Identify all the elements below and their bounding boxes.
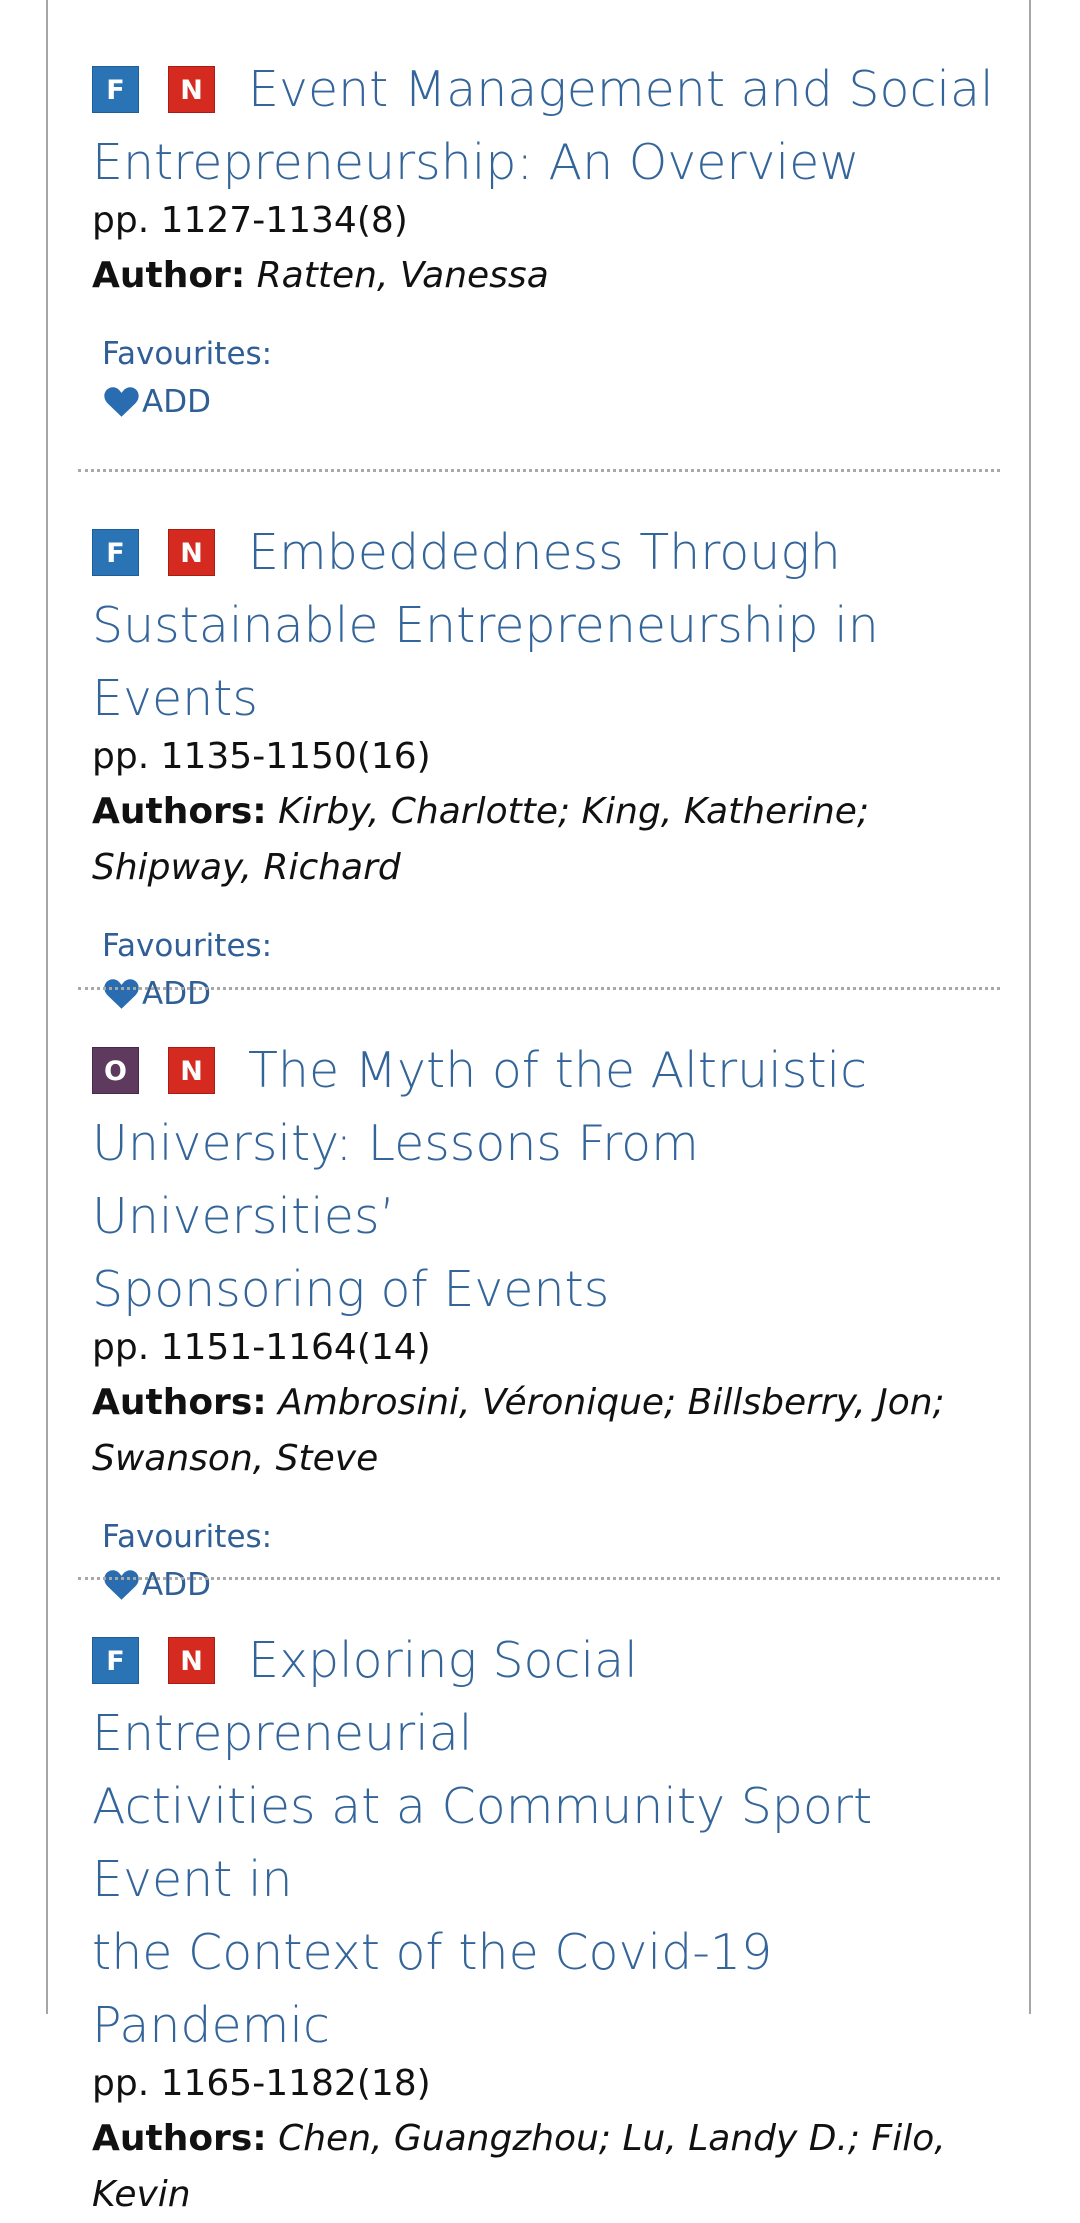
new-content-icon: N bbox=[168, 1637, 215, 1684]
article-title-link[interactable]: Sponsoring of Events bbox=[92, 1261, 609, 1318]
new-content-icon: N bbox=[168, 529, 215, 576]
new-content-icon: N bbox=[168, 66, 215, 113]
article-title-link[interactable]: Sustainable Entrepreneurship in Events bbox=[92, 597, 879, 727]
authors: Author: Ratten, Vanessa bbox=[92, 248, 1002, 304]
article-title[interactable]: F N Exploring Social Entrepreneurial bbox=[92, 1624, 1002, 1770]
page-range: pp. 1127-1134(8) bbox=[92, 200, 408, 241]
add-favourite-button[interactable]: ADD bbox=[102, 970, 211, 1018]
authors-label: Authors: bbox=[92, 791, 267, 832]
article-item: F N Exploring Social Entrepreneurial Activ… bbox=[92, 1624, 1002, 2223]
add-label: ADD bbox=[142, 384, 211, 420]
authors: Authors: Kirby, Charlotte; King, Katheri… bbox=[92, 784, 1002, 896]
author-names: Kevin bbox=[92, 2174, 191, 2215]
article-title-line[interactable]: Sponsoring of Events bbox=[92, 1253, 1002, 1326]
add-favourite-button[interactable]: ADD bbox=[102, 1561, 211, 1609]
article-title-line[interactable]: Sustainable Entrepreneurship in Events bbox=[92, 589, 1002, 735]
favourites-label: Favourites: bbox=[102, 928, 273, 964]
article-title-link[interactable]: Entrepreneurship: An Overview bbox=[92, 134, 859, 191]
free-access-icon: F bbox=[92, 66, 139, 113]
article-title[interactable]: O N The Myth of the Altruistic bbox=[92, 1034, 1002, 1107]
favourites: Favourites: ADD bbox=[102, 330, 1002, 426]
author-names: Swanson, Steve bbox=[92, 1438, 379, 1479]
author-names: Ratten, Vanessa bbox=[256, 255, 549, 296]
article-title-link[interactable]: University: Lessons From Universities’ bbox=[92, 1115, 699, 1245]
favourites: Favourites: ADD bbox=[102, 922, 1002, 1018]
favourites-label: Favourites: bbox=[102, 336, 273, 372]
article-item: F N Event Management and Social Entreprene… bbox=[92, 53, 1002, 426]
article-item: F N Embeddedness Through Sustainable Entre… bbox=[92, 516, 1002, 1018]
authors-label: Author: bbox=[92, 255, 246, 296]
free-access-icon: F bbox=[92, 1637, 139, 1684]
article-title[interactable]: F N Embeddedness Through bbox=[92, 516, 1002, 589]
separator bbox=[78, 987, 1000, 990]
add-favourite-button[interactable]: ADD bbox=[102, 378, 211, 426]
page-range: pp. 1151-1164(14) bbox=[92, 1327, 431, 1368]
article-item: O N The Myth of the Altruistic University:… bbox=[92, 1034, 1002, 1609]
page-range: pp. 1165-1182(18) bbox=[92, 2063, 431, 2104]
author-names: Ambrosini, Véronique; Billsberry, Jon; bbox=[278, 1382, 945, 1423]
article-title-link[interactable]: Activities at a Community Sport Event in bbox=[92, 1778, 872, 1908]
heart-icon bbox=[104, 979, 139, 1009]
open-access-icon: O bbox=[92, 1047, 139, 1094]
article-title-link[interactable]: The Myth of the Altruistic bbox=[248, 1042, 867, 1099]
authors: Authors: Ambrosini, Véronique; Billsberr… bbox=[92, 1375, 1002, 1487]
article-title-line[interactable]: University: Lessons From Universities’ bbox=[92, 1107, 1002, 1253]
add-label: ADD bbox=[142, 1567, 211, 1603]
article-title[interactable]: F N Event Management and Social bbox=[92, 53, 1002, 126]
article-title-line[interactable]: the Context of the Covid-19 Pandemic bbox=[92, 1916, 1002, 2062]
page-range: pp. 1135-1150(16) bbox=[92, 736, 431, 777]
favourites-label: Favourites: bbox=[102, 1519, 273, 1555]
article-title-line[interactable]: Entrepreneurship: An Overview bbox=[92, 126, 1002, 199]
separator bbox=[78, 1577, 1000, 1580]
separator bbox=[78, 469, 1000, 472]
authors: Authors: Chen, Guangzhou; Lu, Landy D.; … bbox=[92, 2111, 1002, 2223]
authors-label: Authors: bbox=[92, 2118, 267, 2159]
heart-icon bbox=[104, 1570, 139, 1600]
author-names: Shipway, Richard bbox=[92, 847, 401, 888]
heart-icon bbox=[104, 387, 139, 417]
add-label: ADD bbox=[142, 976, 211, 1012]
favourites: Favourites: ADD bbox=[102, 1513, 1002, 1609]
free-access-icon: F bbox=[92, 529, 139, 576]
article-title-line[interactable]: Activities at a Community Sport Event in bbox=[92, 1770, 1002, 1916]
author-names: Chen, Guangzhou; Lu, Landy D.; Filo, bbox=[278, 2118, 946, 2159]
article-title-link[interactable]: the Context of the Covid-19 Pandemic bbox=[92, 1924, 772, 2054]
author-names: Kirby, Charlotte; King, Katherine; bbox=[278, 791, 870, 832]
article-title-link[interactable]: Embeddedness Through bbox=[248, 524, 841, 581]
new-content-icon: N bbox=[168, 1047, 215, 1094]
article-title-link[interactable]: Event Management and Social bbox=[248, 61, 994, 118]
authors-label: Authors: bbox=[92, 1382, 267, 1423]
